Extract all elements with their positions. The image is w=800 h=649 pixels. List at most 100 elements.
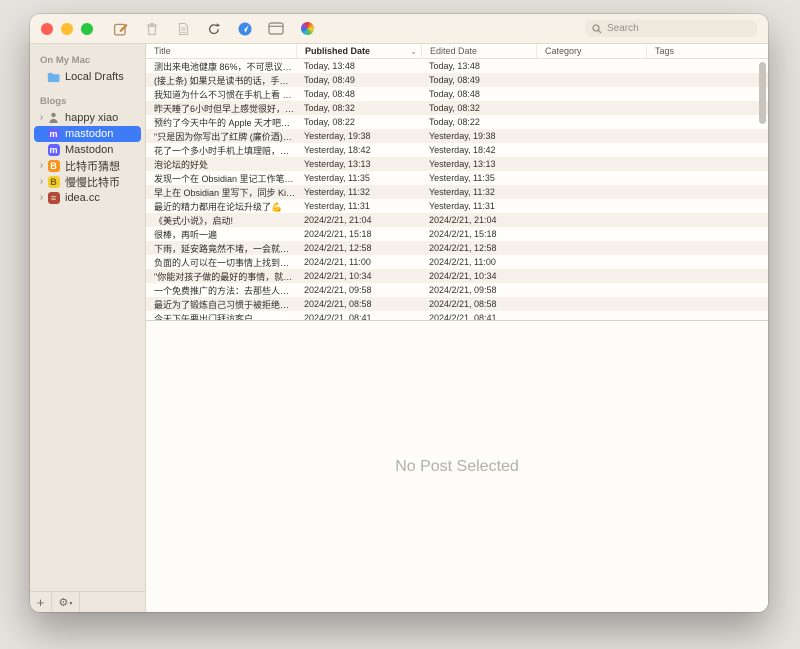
traffic-lights [41,23,93,35]
sidebar-item-比特币猜想[interactable]: ›B比特币猜想 [34,158,141,174]
published-date-cell: 2024/2/21, 08:41 [296,313,421,320]
table-row[interactable]: 一个免费推广的方法：去那些人气高的论坛…2024/2/21, 09:582024… [146,283,768,297]
site-icon: ≡ [47,192,60,205]
column-header-tags[interactable]: Tags [646,44,768,58]
table-row[interactable]: 很棒，再听一遍2024/2/21, 15:182024/2/21, 15:18 [146,227,768,241]
table-row[interactable]: 今天下午要出门拜访客户，…2024/2/21, 08:412024/2/21, … [146,311,768,320]
edited-date-cell: 2024/2/21, 21:04 [421,215,536,225]
person-icon [47,112,60,125]
colors-icon[interactable] [299,21,315,37]
column-header-label: Title [154,46,171,56]
table-row[interactable]: 预约了今天中午的 Apple 天才吧，打算给这…Today, 08:22Toda… [146,115,768,129]
table-row[interactable]: 早上在 Obsidian 里写下，同步 Kindle 高亮…Yesterday,… [146,185,768,199]
sidebar-item-mastodon[interactable]: mmastodon [34,126,141,142]
document-icon[interactable] [175,21,191,37]
title-cell: 昨天睡了6小时但早上感觉很好，是不是说… [146,102,296,115]
table-row[interactable]: 测出来电池健康 86%，不可思议，没有达到…Today, 13:48Today,… [146,59,768,73]
edited-date-cell: Yesterday, 11:35 [421,173,536,183]
table-row[interactable]: 花了一个多小时手机上填理赔，一月到现在…Yesterday, 18:42Yest… [146,143,768,157]
column-header-label: Tags [655,46,674,56]
title-cell: 很棒，再听一遍 [146,228,296,241]
sidebar-item-idea-cc[interactable]: ›≡ idea.cc [34,190,141,206]
disclosure-icon[interactable]: › [36,193,47,203]
toolbar: Search [30,14,768,44]
table-row[interactable]: 《美式小说》，启动!2024/2/21, 21:042024/2/21, 21:… [146,213,768,227]
toolbar-icons [113,21,315,37]
edited-date-cell: 2024/2/21, 10:34 [421,271,536,281]
table-row[interactable]: 昨天睡了6小时但早上感觉很好，是不是说…Today, 08:32Today, 0… [146,101,768,115]
disclosure-icon[interactable]: › [36,161,47,171]
scrollbar-thumb[interactable] [759,62,766,124]
published-date-cell: Yesterday, 13:13 [296,159,421,169]
zoom-window-button[interactable] [81,23,93,35]
column-header-category[interactable]: Category [536,44,646,58]
sidebar-item-label: Local Drafts [65,71,124,83]
folder-icon [47,71,60,84]
window-icon[interactable] [268,21,284,37]
column-header-label: Edited Date [430,46,477,56]
close-window-button[interactable] [41,23,53,35]
table-row[interactable]: 负面的人可以在一切事情上找到负面这是一…2024/2/21, 11:002024… [146,255,768,269]
search-placeholder: Search [607,23,639,34]
table-row[interactable]: "你能对孩子做的最好的事情，就是和另一…2024/2/21, 10:342024… [146,269,768,283]
edited-date-cell: Yesterday, 11:31 [421,201,536,211]
column-header-label: Category [545,46,582,56]
title-cell: 测出来电池健康 86%，不可思议，没有达到… [146,60,296,73]
table-row[interactable]: 我知道为什么不习惯在手机上看 Matter 或 R…Today, 08:48To… [146,87,768,101]
sidebar-item-label: mastodon [65,128,113,140]
title-cell: 早上在 Obsidian 里写下，同步 Kindle 高亮… [146,186,296,199]
published-date-cell: Yesterday, 11:31 [296,201,421,211]
published-date-cell: 2024/2/21, 09:58 [296,285,421,295]
compose-icon[interactable] [113,21,129,37]
bitcoin-yellow-icon: B [47,176,60,189]
title-cell: "你能对孩子做的最好的事情，就是和另一… [146,270,296,283]
disclosure-icon[interactable]: › [36,113,47,123]
search-field[interactable]: Search [585,20,757,37]
table-row[interactable]: 发现一个在 Obsidian 里记工作笔记的好…Yesterday, 11:35… [146,171,768,185]
column-header-title[interactable]: Title [146,44,296,58]
trash-icon[interactable] [144,21,160,37]
published-date-cell: Yesterday, 18:42 [296,145,421,155]
edited-date-cell: 2024/2/21, 12:58 [421,243,536,253]
sort-indicator-icon: ⌄ [410,47,417,56]
sidebar-item-mastodon[interactable]: m Mastodon [34,142,141,158]
published-date-cell: Today, 08:22 [296,117,421,127]
sidebar: On My MacLocal DraftsBlogs›happy xiaomma… [30,44,146,612]
column-header-published-date[interactable]: Published Date ⌄ [296,44,421,58]
disclosure-icon[interactable]: › [36,177,47,187]
title-cell: (接上条) 如果只是读书的话，手机和墨水屏… [146,74,296,87]
title-cell: 最近为了锻炼自己习惯于被拒绝的能力，又… [146,298,296,311]
refresh-icon[interactable] [206,21,222,37]
action-gear-button[interactable]: ⚙▾ [52,592,80,612]
published-date-cell: 2024/2/21, 21:04 [296,215,421,225]
table-row[interactable]: 下雨，延安路竟然不堵，一会就到浦东了2024/2/21, 12:582024/2… [146,241,768,255]
table-row[interactable]: 最近的精力都用在论坛升级了💪Yesterday, 11:31Yesterday,… [146,199,768,213]
title-cell: 我知道为什么不习惯在手机上看 Matter 或 R… [146,88,296,101]
table-row[interactable]: 泡论坛的好处Yesterday, 13:13Yesterday, 13:13 [146,157,768,171]
table-row[interactable]: 最近为了锻炼自己习惯于被拒绝的能力，又…2024/2/21, 08:582024… [146,297,768,311]
column-header-edited-date[interactable]: Edited Date [421,44,536,58]
gear-icon: ⚙ [59,596,69,609]
app-window: Search On My MacLocal DraftsBlogs›happy … [30,14,768,612]
column-header-label: Published Date [305,46,370,56]
sidebar-item-local-drafts[interactable]: Local Drafts [34,69,141,85]
published-date-cell: Today, 13:48 [296,61,421,71]
table-row[interactable]: (接上条) 如果只是读书的话，手机和墨水屏…Today, 08:49Today,… [146,73,768,87]
mastodon-icon: m [47,144,60,157]
add-button[interactable]: + [30,592,52,612]
title-cell: 最近的精力都用在论坛升级了💪 [146,200,296,213]
title-cell: "只是因为你写出了红牌 (廉价酒)，不代表… [146,130,296,143]
sidebar-item-label: Mastodon [65,144,113,156]
sidebar-item-慢慢比特币[interactable]: ›B 慢慢比特币 [34,174,141,190]
sidebar-item-happy-xiao[interactable]: ›happy xiao [34,110,141,126]
title-cell: 花了一个多小时手机上填理赔，一月到现在… [146,144,296,157]
sidebar-item-label: 慢慢比特币 [65,174,120,190]
sidebar-item-label: idea.cc [65,192,100,204]
edited-date-cell: Yesterday, 19:38 [421,131,536,141]
table-row[interactable]: "只是因为你写出了红牌 (廉价酒)，不代表…Yesterday, 19:38Ye… [146,129,768,143]
window-content: On My MacLocal DraftsBlogs›happy xiaomma… [30,44,768,612]
minimize-window-button[interactable] [61,23,73,35]
preview-icon[interactable] [237,21,253,37]
sidebar-section-header: On My Mac [30,53,145,69]
edited-date-cell: Yesterday, 13:13 [421,159,536,169]
